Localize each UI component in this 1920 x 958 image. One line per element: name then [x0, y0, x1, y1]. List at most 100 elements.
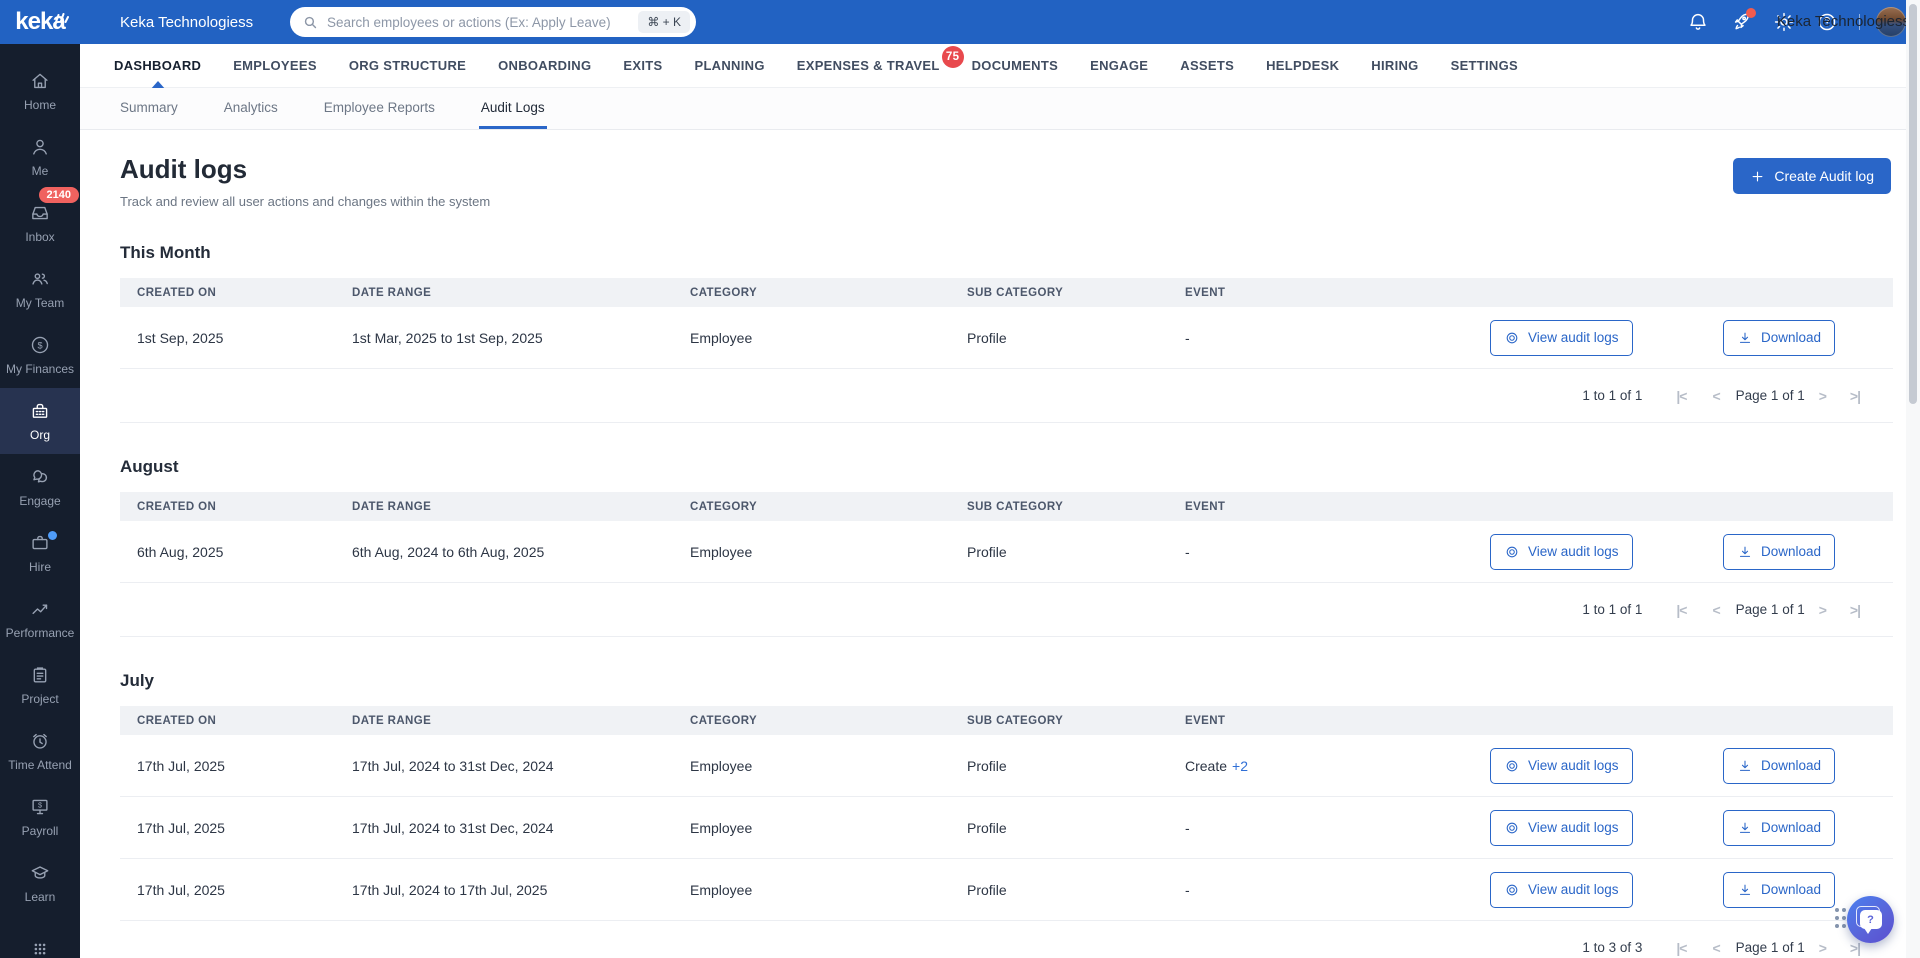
- search-input[interactable]: [327, 14, 631, 30]
- pagination-first-button[interactable]: |<: [1676, 602, 1687, 618]
- cell-category: Employee: [690, 329, 753, 346]
- pagination-last-button[interactable]: >|: [1850, 940, 1861, 956]
- cell-view-action: View audit logs: [1490, 809, 1723, 846]
- settings-gear-icon[interactable]: [1773, 11, 1795, 33]
- sidebar-item-org[interactable]: Org: [0, 388, 80, 454]
- sidebar-item-project[interactable]: Project: [0, 652, 80, 718]
- download-icon: [1737, 544, 1753, 560]
- inbox-icon: [29, 202, 51, 224]
- download-button[interactable]: Download: [1723, 747, 1836, 784]
- org-building-icon: [29, 400, 51, 422]
- pagination-first-button[interactable]: |<: [1676, 940, 1687, 956]
- view-audit-logs-button[interactable]: View audit logs: [1490, 809, 1633, 846]
- column-created-on: CREATED ON: [137, 500, 217, 513]
- audit-table-this-month: CREATED ON DATE RANGE CATEGORY SUB CATEG…: [120, 278, 1893, 423]
- pagination-next-button[interactable]: >: [1819, 602, 1827, 618]
- cell-download-action: Download: [1723, 809, 1893, 846]
- pagination-next-button[interactable]: >: [1819, 940, 1827, 956]
- table-header: CREATED ON DATE RANGE CATEGORY SUB CATEG…: [120, 278, 1893, 307]
- cell-event: -: [1185, 329, 1190, 346]
- subtab-audit-logs[interactable]: Audit Logs: [478, 88, 547, 129]
- cell-category: Employee: [690, 543, 753, 560]
- cell-event: -: [1185, 543, 1190, 560]
- sidebar-item-my-team[interactable]: My Team: [0, 256, 80, 322]
- scrollbar-thumb[interactable]: [1909, 4, 1917, 404]
- nav-tab-helpdesk[interactable]: HELPDESK: [1266, 58, 1339, 73]
- pagination-last-button[interactable]: >|: [1850, 388, 1861, 404]
- sidebar-item-learn[interactable]: Learn: [0, 850, 80, 916]
- pagination-last-button[interactable]: >|: [1850, 602, 1861, 618]
- pagination-page-label: Page 1 of 1: [1735, 388, 1805, 403]
- nav-tab-documents[interactable]: DOCUMENTS: [972, 58, 1058, 73]
- column-event: EVENT: [1185, 714, 1226, 727]
- help-icon[interactable]: [1816, 11, 1838, 33]
- nav-tab-hiring[interactable]: HIRING: [1371, 58, 1418, 73]
- nav-tab-expenses-travel[interactable]: EXPENSES & TRAVEL 75: [797, 46, 964, 73]
- chat-support-button[interactable]: ?: [1847, 896, 1894, 943]
- download-button[interactable]: Download: [1723, 871, 1836, 908]
- column-event: EVENT: [1185, 286, 1226, 299]
- pagination-prev-button[interactable]: <: [1712, 940, 1720, 956]
- sidebar-item-payroll[interactable]: $ Payroll: [0, 784, 80, 850]
- keka-logo[interactable]: keka: [0, 8, 80, 36]
- pagination-next-button[interactable]: >: [1819, 388, 1827, 404]
- search-shortcut-badge: ⌘ + K: [638, 11, 690, 33]
- download-button[interactable]: Download: [1723, 319, 1836, 356]
- view-audit-logs-button[interactable]: View audit logs: [1490, 319, 1633, 356]
- global-search[interactable]: ⌘ + K: [290, 7, 696, 37]
- sidebar-item-hire[interactable]: Hire: [0, 520, 80, 586]
- subtab-employee-reports[interactable]: Employee Reports: [322, 88, 437, 129]
- nav-tab-engage[interactable]: ENGAGE: [1090, 58, 1148, 73]
- chat-drag-handle-icon[interactable]: [1832, 905, 1848, 931]
- event-more-link[interactable]: +2: [1232, 758, 1248, 774]
- view-icon: [1504, 758, 1520, 774]
- page-scrollbar: [1906, 0, 1920, 958]
- graduation-cap-icon: [29, 862, 51, 884]
- notifications-bell-icon[interactable]: [1687, 11, 1709, 33]
- cell-created-on: 17th Jul, 2025: [137, 757, 225, 774]
- cell-created-on: 6th Aug, 2025: [137, 543, 224, 560]
- view-audit-logs-button[interactable]: View audit logs: [1490, 871, 1633, 908]
- cell-sub-category: Profile: [967, 329, 1007, 346]
- pagination-prev-button[interactable]: <: [1712, 602, 1720, 618]
- cell-category: Employee: [690, 881, 753, 898]
- download-button[interactable]: Download: [1723, 809, 1836, 846]
- view-icon: [1504, 882, 1520, 898]
- sidebar-item-apps[interactable]: [0, 916, 80, 958]
- sidebar-item-time-attend[interactable]: Time Attend: [0, 718, 80, 784]
- whats-new-rocket-icon[interactable]: [1730, 8, 1756, 33]
- create-audit-log-button[interactable]: Create Audit log: [1733, 158, 1891, 194]
- nav-tab-assets[interactable]: ASSETS: [1180, 58, 1234, 73]
- subtab-analytics[interactable]: Analytics: [222, 88, 280, 129]
- nav-tab-employees[interactable]: EMPLOYEES: [233, 58, 317, 73]
- pagination-prev-button[interactable]: <: [1712, 388, 1720, 404]
- nav-tab-exits[interactable]: EXITS: [623, 58, 662, 73]
- project-clipboard-icon: [29, 664, 51, 686]
- nav-tab-settings[interactable]: SETTINGS: [1451, 58, 1518, 73]
- user-avatar[interactable]: [1876, 7, 1906, 37]
- view-audit-logs-button[interactable]: View audit logs: [1490, 533, 1633, 570]
- nav-tab-org-structure[interactable]: ORG STRUCTURE: [349, 58, 466, 73]
- sidebar-item-engage[interactable]: Engage: [0, 454, 80, 520]
- table-row: 6th Aug, 2025 6th Aug, 2024 to 6th Aug, …: [120, 521, 1893, 583]
- audit-table-july: CREATED ON DATE RANGE CATEGORY SUB CATEG…: [120, 706, 1893, 958]
- nav-tab-dashboard[interactable]: DASHBOARD: [114, 58, 201, 90]
- cell-sub-category: Profile: [967, 757, 1007, 774]
- sidebar-item-home[interactable]: Home: [0, 58, 80, 124]
- subtab-summary[interactable]: Summary: [118, 88, 180, 129]
- pagination-first-button[interactable]: |<: [1676, 388, 1687, 404]
- column-date-range: DATE RANGE: [352, 714, 432, 727]
- section-title-july: July: [120, 671, 155, 690]
- engage-chat-icon: [29, 466, 51, 488]
- nav-tab-planning[interactable]: PLANNING: [694, 58, 764, 73]
- sidebar-item-inbox[interactable]: 2140 Inbox: [0, 187, 80, 256]
- column-created-on: CREATED ON: [137, 286, 217, 299]
- download-button[interactable]: Download: [1723, 533, 1836, 570]
- sidebar-item-my-finances[interactable]: $ My Finances: [0, 322, 80, 388]
- cell-created-on: 17th Jul, 2025: [137, 881, 225, 898]
- sidebar-item-performance[interactable]: Performance: [0, 586, 80, 652]
- view-audit-logs-button[interactable]: View audit logs: [1490, 747, 1633, 784]
- sidebar-item-me[interactable]: Me: [0, 124, 80, 190]
- pagination-bar: 1 to 1 of 1 |< < Page 1 of 1 > >|: [120, 369, 1893, 423]
- nav-tab-onboarding[interactable]: ONBOARDING: [498, 58, 591, 73]
